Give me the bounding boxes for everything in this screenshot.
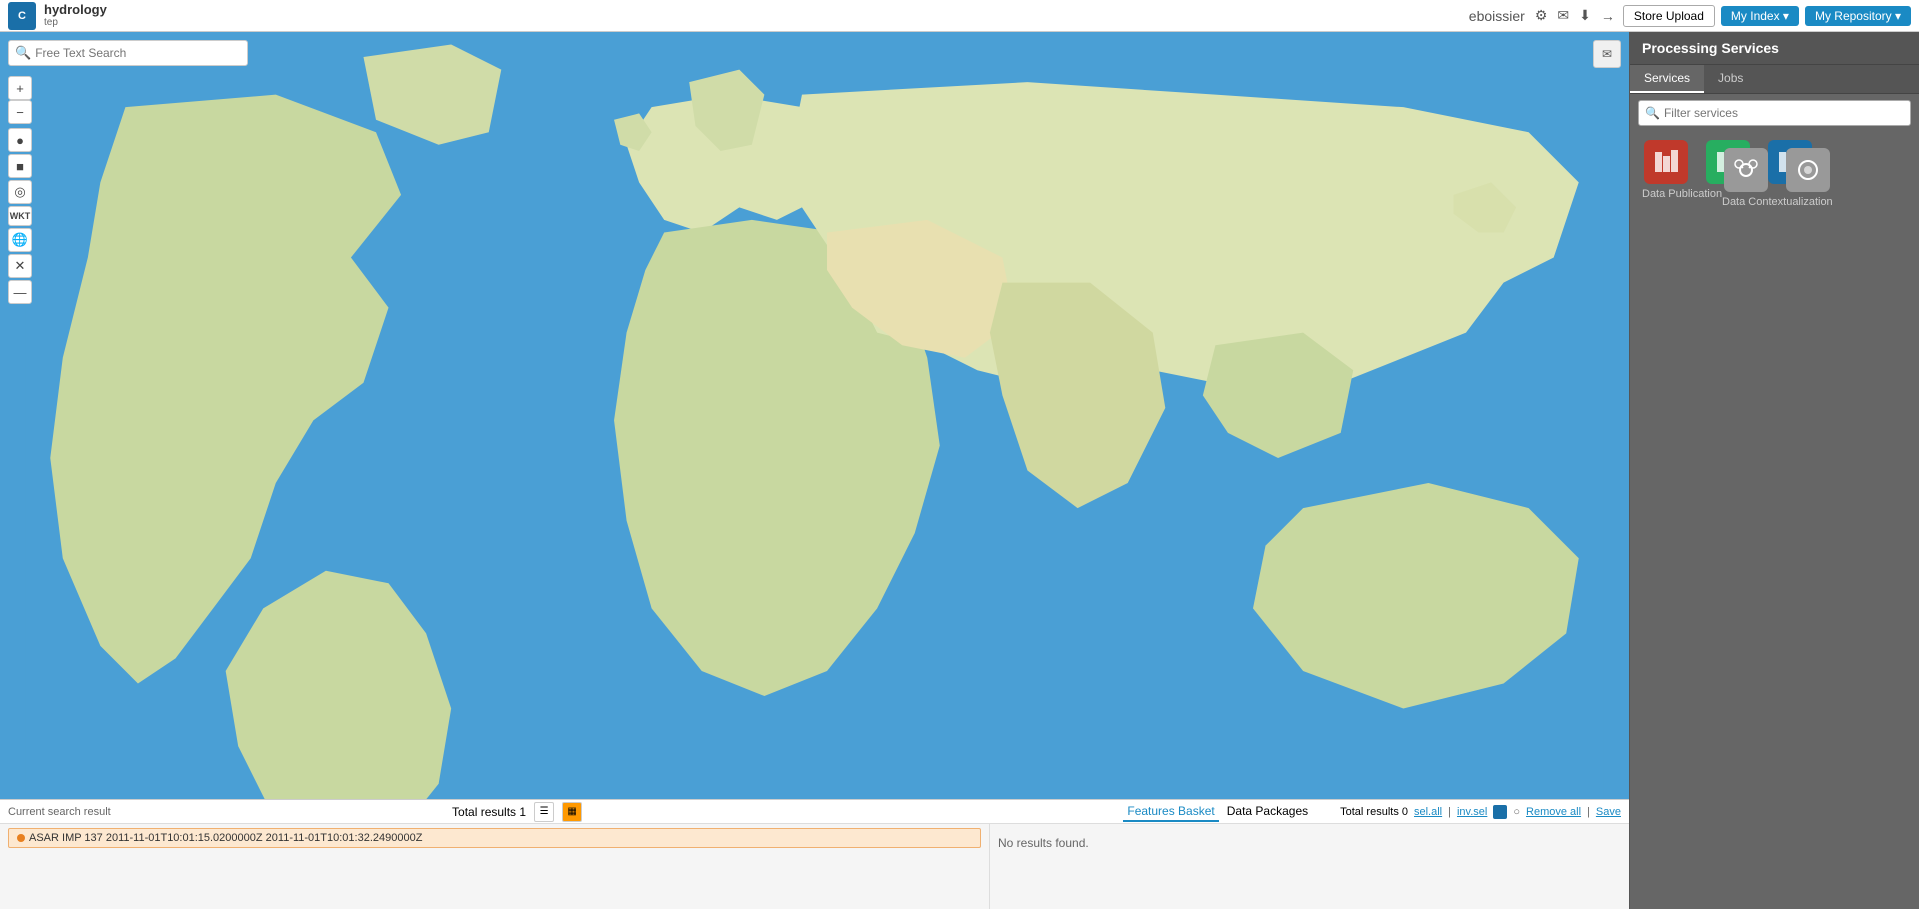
map-tools: + − ● ■ ◎ WKT 🌐 ✕ — [8, 76, 32, 304]
service-item-1[interactable] [1638, 140, 1694, 184]
app-header: C hydrology tep eboissier ⚙ ✉ ⬇ → Store … [0, 0, 1919, 32]
map-mail-icon[interactable]: ✉ [1593, 40, 1621, 68]
world-map [0, 32, 1629, 909]
user-label: eboissier [1467, 6, 1527, 26]
result-item-label: ASAR IMP 137 2011-11-01T10:01:15.0200000… [29, 832, 422, 844]
data-packages-tab[interactable]: Data Packages [1223, 802, 1312, 822]
results-list: ASAR IMP 137 2011-11-01T10:01:15.0200000… [0, 824, 989, 909]
services-grid: Data Publication [1630, 132, 1919, 216]
bottom-content: ASAR IMP 137 2011-11-01T10:01:15.0200000… [0, 824, 1629, 909]
list-view-button[interactable]: ▦ [562, 802, 582, 822]
filter-section: 🔍 [1630, 94, 1919, 132]
service-item-5[interactable] [1780, 148, 1836, 192]
data-pub-icon-1 [1652, 148, 1680, 176]
download-icon[interactable]: ⬇ [1577, 5, 1593, 26]
bottom-left-tabs: Current search result [8, 806, 111, 818]
filter-input-wrap[interactable]: 🔍 [1638, 100, 1911, 126]
my-repository-button[interactable]: My Repository ▾ [1805, 6, 1911, 26]
basket-area: No results found. [989, 824, 1629, 909]
wkt-button[interactable]: WKT [8, 206, 32, 226]
header-right: eboissier ⚙ ✉ ⬇ → Store Upload My Index … [1467, 5, 1911, 27]
zoom-group: + − [8, 76, 32, 124]
zoom-in-button[interactable]: + [8, 76, 32, 100]
bottom-top-bar: Current search result Total results 1 ☰ … [0, 800, 1629, 824]
my-index-button[interactable]: My Index ▾ [1721, 6, 1799, 26]
square-tool-button[interactable]: ■ [8, 154, 32, 178]
current-search-label: Current search result [8, 806, 111, 818]
app-logo: C [8, 2, 36, 30]
settings-icon[interactable]: ⚙ [1533, 5, 1550, 26]
main-layout: 🔍 ✉ + − ● ■ ◎ WKT 🌐 ✕ — 2015-01-01 2015-… [0, 32, 1919, 909]
app-title: hydrology tep [44, 2, 107, 30]
filter-services-input[interactable] [1664, 106, 1904, 120]
bottom-panel: Current search result Total results 1 ☰ … [0, 799, 1629, 909]
mail-icon[interactable]: ✉ [1555, 5, 1571, 26]
service-icon-red [1644, 140, 1688, 184]
no-results-text: No results found. [998, 836, 1621, 850]
basket-total-label: Total results 0 [1340, 806, 1408, 818]
store-upload-button[interactable]: Store Upload [1623, 5, 1715, 27]
map-area[interactable]: 🔍 ✉ + − ● ■ ◎ WKT 🌐 ✕ — 2015-01-01 2015-… [0, 32, 1629, 909]
point-tool-button[interactable]: ● [8, 128, 32, 152]
service-item-4[interactable] [1718, 148, 1774, 192]
clear-button[interactable]: ✕ [8, 254, 32, 278]
data-ctx-icon-1 [1732, 156, 1760, 184]
services-tab[interactable]: Services [1630, 65, 1704, 93]
processing-tabs: Services Jobs [1630, 65, 1919, 94]
data-publication-label: Data Publication [1638, 188, 1722, 200]
color-indicator [1493, 805, 1507, 819]
table-view-button[interactable]: ☰ [534, 802, 554, 822]
service-icon-gray-2 [1786, 148, 1830, 192]
save-link[interactable]: Save [1596, 806, 1621, 818]
total-results-label: Total results 1 [452, 805, 526, 819]
jobs-tab[interactable]: Jobs [1704, 65, 1757, 93]
search-bar[interactable]: 🔍 [8, 40, 248, 66]
data-contextualization-label: Data Contextualization [1718, 196, 1833, 208]
result-dot [17, 834, 25, 842]
remove-all-link[interactable]: Remove all [1526, 806, 1581, 818]
data-ctx-icon-2 [1794, 156, 1822, 184]
filter-search-icon: 🔍 [1645, 106, 1660, 120]
service-icon-gray-1 [1724, 148, 1768, 192]
basket-actions: Total results 0 sel.all | inv.sel ○ Remo… [1340, 805, 1621, 819]
search-input[interactable] [35, 46, 241, 60]
minus-tool-button[interactable]: — [8, 280, 32, 304]
processing-panel: Processing Services Services Jobs 🔍 [1629, 32, 1919, 909]
search-icon: 🔍 [15, 45, 31, 61]
inv-sel-link[interactable]: inv.sel [1457, 806, 1487, 818]
zoom-out-button[interactable]: − [8, 100, 32, 124]
pin-tool-button[interactable]: ◎ [8, 180, 32, 204]
bottom-tabs-right: Features Basket Data Packages Total resu… [923, 802, 1621, 822]
features-basket-tab[interactable]: Features Basket [1123, 802, 1218, 822]
logout-icon[interactable]: → [1599, 6, 1617, 26]
globe-button[interactable]: 🌐 [8, 228, 32, 252]
processing-panel-title: Processing Services [1630, 32, 1919, 65]
sel-all-link[interactable]: sel.all [1414, 806, 1442, 818]
header-left: C hydrology tep [8, 2, 107, 30]
result-item[interactable]: ASAR IMP 137 2011-11-01T10:01:15.0200000… [8, 828, 981, 848]
